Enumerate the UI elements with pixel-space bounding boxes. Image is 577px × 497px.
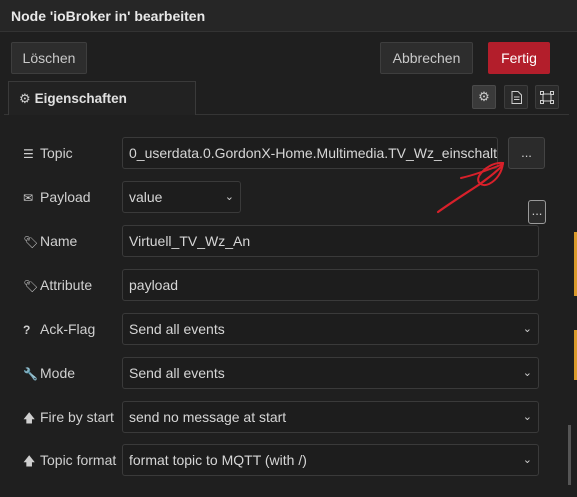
appearance-tab-button[interactable] — [535, 85, 559, 109]
tag-icon: 🏷 — [23, 235, 39, 249]
envelope-icon: ✉ — [23, 191, 34, 205]
chevron-down-icon: ⌄ — [522, 454, 532, 466]
attribute-label: 🏷 Attribute — [23, 277, 93, 293]
chevron-down-icon: ⌄ — [522, 367, 532, 379]
gear-icon: ⚙ — [478, 89, 490, 104]
settings-tab-button[interactable]: ⚙ — [472, 85, 496, 109]
cancel-button[interactable]: Abbrechen — [380, 42, 473, 74]
arrow-up-icon: 🡅 — [23, 454, 36, 468]
layout-icon — [540, 91, 554, 104]
question-icon: ? — [23, 323, 31, 337]
tag-icon: 🏷 — [23, 279, 39, 293]
scrollbar[interactable] — [568, 425, 571, 485]
name-label: 🏷 Name — [23, 233, 78, 249]
ackflag-select[interactable]: Send all events ⌄ — [122, 313, 539, 345]
delete-button[interactable]: Löschen — [11, 42, 87, 74]
dialog-header: Node 'ioBroker in' bearbeiten — [0, 0, 577, 32]
tab-properties-label: Eigenschaften — [34, 91, 127, 106]
chevron-down-icon: ⌄ — [522, 323, 532, 335]
topic-input[interactable]: 0_userdata.0.GordonX-Home.Multimedia.TV_… — [122, 137, 498, 169]
topicformat-label: 🡅 Topic format — [23, 452, 116, 473]
arrow-up-icon: 🡅 — [23, 411, 36, 425]
chevron-down-icon: ⌄ — [522, 411, 532, 423]
firebystart-select[interactable]: send no message at start ⌄ — [122, 401, 539, 433]
document-icon — [511, 91, 522, 104]
ackflag-label: ? Ack-Flag — [23, 321, 96, 337]
mode-label: 🔧 Mode — [23, 365, 76, 381]
topic-browse-button[interactable]: ... — [508, 137, 545, 169]
firebystart-label: 🡅 Fire by start — [23, 409, 114, 430]
attribute-input[interactable]: payload — [122, 269, 539, 301]
done-button[interactable]: Fertig — [488, 42, 550, 74]
dialog-title: Node 'ioBroker in' bearbeiten — [11, 8, 206, 24]
payload-select[interactable]: value ⌄ — [122, 181, 241, 213]
payload-extra-button[interactable]: ... — [528, 200, 546, 224]
mode-select[interactable]: Send all events ⌄ — [122, 357, 539, 389]
payload-label: ✉ Payload — [23, 189, 91, 205]
description-tab-button[interactable] — [504, 85, 528, 109]
topic-label: ☰ Topic — [23, 145, 73, 161]
tab-properties[interactable]: ⚙ Eigenschaften — [8, 81, 196, 115]
wrench-icon: 🔧 — [23, 367, 38, 381]
topicformat-select[interactable]: format topic to MQTT (with /) ⌄ — [122, 444, 539, 476]
list-icon: ☰ — [23, 147, 34, 161]
chevron-down-icon: ⌄ — [224, 191, 234, 203]
name-input[interactable]: Virtuell_TV_Wz_An — [122, 225, 539, 257]
gear-icon: ⚙ — [19, 91, 31, 106]
